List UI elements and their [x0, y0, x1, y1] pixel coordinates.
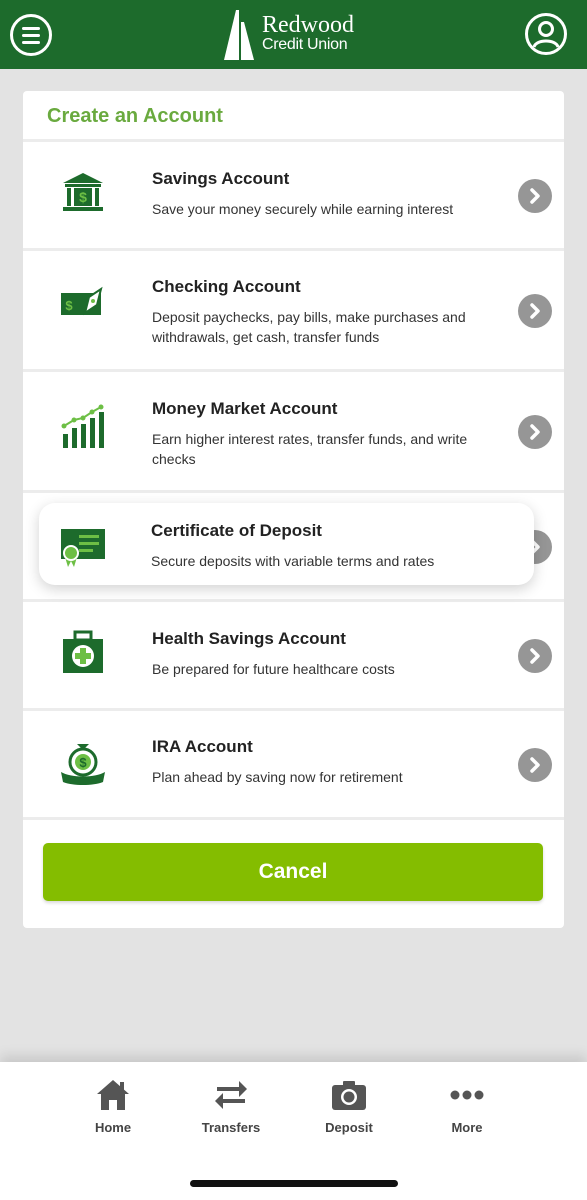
account-title: Certificate of Deposit	[151, 521, 322, 540]
nav-home[interactable]: Home	[73, 1078, 153, 1138]
card-title: Create an Account	[47, 105, 223, 127]
chevron-right-icon[interactable]	[518, 748, 552, 782]
medical-kit-icon	[63, 630, 103, 673]
check-pen-icon: $	[61, 286, 103, 316]
svg-text:$: $	[79, 189, 87, 205]
redwood-tree-icon	[224, 10, 254, 60]
user-profile-icon[interactable]	[524, 12, 568, 56]
nav-more[interactable]: More	[427, 1078, 507, 1138]
account-title: Money Market Account	[152, 399, 338, 418]
cancel-button[interactable]: Cancel	[43, 843, 543, 901]
hamburger-menu-icon[interactable]	[10, 14, 52, 56]
chevron-right-icon[interactable]	[518, 639, 552, 673]
account-title: Checking Account	[152, 277, 301, 296]
account-description: Deposit paychecks, pay bills, make purch…	[152, 309, 466, 345]
svg-text:$: $	[65, 298, 73, 313]
account-option-certificate-highlighted[interactable]: Certificate of Deposit Secure deposits w…	[39, 503, 534, 585]
account-title: IRA Account	[152, 737, 253, 756]
nav-label: Deposit	[325, 1120, 373, 1135]
account-description: Earn higher interest rates, transfer fun…	[152, 431, 468, 467]
svg-text:$: $	[79, 755, 87, 770]
nav-label: Home	[94, 1120, 132, 1135]
brand-name: Redwood	[262, 12, 354, 38]
brand-subtitle: Credit Union	[262, 36, 348, 53]
bank-dollar-icon: $	[63, 173, 103, 211]
account-description: Plan ahead by saving now for retirement	[152, 769, 403, 785]
nav-deposit[interactable]: Deposit	[309, 1078, 389, 1138]
account-description: Secure deposits with variable terms and …	[151, 553, 435, 569]
divider	[23, 817, 564, 820]
more-dots-icon	[450, 1090, 484, 1100]
certificate-icon	[61, 529, 105, 567]
chevron-right-icon[interactable]	[518, 179, 552, 213]
growth-chart-icon	[61, 404, 104, 448]
nav-label: Transfers	[201, 1120, 261, 1135]
chevron-right-icon[interactable]	[518, 415, 552, 449]
app-header: Redwood Credit Union	[0, 0, 587, 69]
bottom-navigation: Home Transfers Deposit More	[0, 1062, 587, 1200]
camera-icon	[332, 1081, 366, 1110]
home-icon	[97, 1080, 129, 1110]
account-description: Save your money securely while earning i…	[152, 201, 454, 217]
account-option-checking[interactable]: $ Checking Account Deposit paychecks, pa…	[23, 251, 564, 369]
home-indicator[interactable]	[190, 1180, 398, 1187]
account-option-money-market[interactable]: Money Market Account Earn higher interes…	[23, 372, 564, 490]
money-bag-banner-icon: $	[61, 744, 105, 785]
account-option-health-savings[interactable]: Health Savings Account Be prepared for f…	[23, 602, 564, 708]
account-title: Health Savings Account	[152, 629, 346, 648]
nav-transfers[interactable]: Transfers	[191, 1078, 271, 1138]
transfer-arrows-icon	[215, 1081, 247, 1109]
account-option-savings[interactable]: $ Savings Account Save your money secure…	[23, 142, 564, 248]
redwood-logo: Redwood Credit Union	[220, 8, 370, 62]
account-option-ira[interactable]: $ IRA Account Plan ahead by saving now f…	[23, 711, 564, 817]
chevron-right-icon[interactable]	[518, 294, 552, 328]
account-description: Be prepared for future healthcare costs	[152, 661, 395, 677]
nav-label: More	[451, 1120, 483, 1135]
account-title: Savings Account	[152, 169, 290, 188]
